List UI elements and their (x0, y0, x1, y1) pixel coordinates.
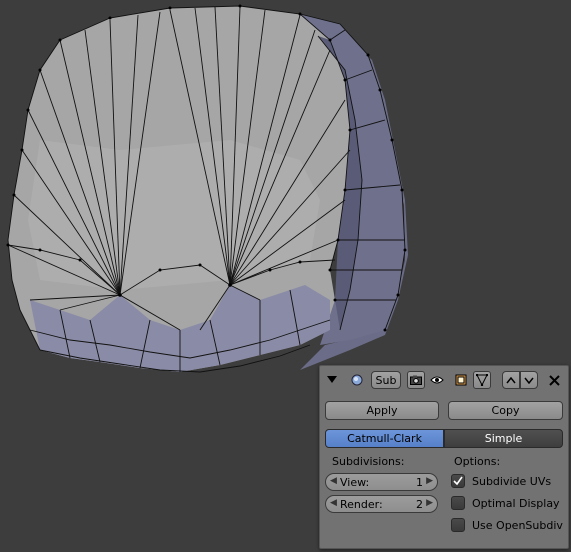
render-levels-value: 2 (416, 498, 423, 511)
modifier-header: Sub (320, 366, 568, 394)
optimal-display-label: Optimal Display (472, 497, 560, 510)
mode-simple[interactable]: Simple (444, 429, 563, 448)
render-levels-field[interactable]: ◀ Render: 2 ▶ (325, 495, 438, 513)
move-up-icon[interactable] (502, 371, 520, 389)
close-icon[interactable] (546, 372, 562, 388)
move-down-icon[interactable] (520, 371, 538, 389)
use-opensubdiv-label: Use OpenSubdiv (472, 519, 563, 532)
apply-label: Apply (366, 404, 398, 417)
camera-render-icon[interactable] (407, 371, 425, 389)
copy-button[interactable]: Copy (448, 401, 563, 420)
view-levels-field[interactable]: ◀ View: 1 ▶ (325, 473, 438, 491)
mesh-highlight (28, 140, 320, 290)
eye-icon[interactable] (428, 371, 446, 389)
decrement-arrow-icon[interactable]: ◀ (330, 498, 337, 508)
render-levels-label: Render: (340, 498, 383, 511)
mode-simple-label: Simple (484, 432, 523, 445)
mode-catmull-clark-label: Catmull-Clark (347, 432, 422, 445)
view-levels-value: 1 (416, 476, 423, 489)
modifier-name-text: Sub (375, 373, 397, 387)
optimal-display-checkbox[interactable] (451, 496, 465, 510)
modifier-name-field[interactable]: Sub (371, 371, 401, 389)
options-heading: Options: (454, 455, 501, 468)
subsurf-modifier-icon (350, 373, 364, 387)
subdivisions-heading: Subdivisions: (332, 455, 405, 468)
checkmark-icon (453, 476, 463, 486)
subdivide-uvs-label: Subdivide UVs (472, 475, 552, 488)
edit-mode-icon[interactable] (452, 371, 470, 389)
subsurf-modifier-panel: Sub Apply Copy Catmull-Clark Simple Subd… (319, 365, 569, 549)
mode-catmull-clark[interactable]: Catmull-Clark (325, 429, 444, 448)
increment-arrow-icon[interactable]: ▶ (426, 498, 433, 508)
use-opensubdiv-checkbox[interactable] (451, 518, 465, 532)
copy-label: Copy (491, 404, 520, 417)
subdivide-uvs-checkbox[interactable] (451, 474, 465, 488)
apply-button[interactable]: Apply (325, 401, 439, 420)
collapse-triangle-icon[interactable] (326, 374, 338, 386)
subdivided-mesh[interactable] (6, 4, 409, 379)
decrement-arrow-icon[interactable]: ◀ (330, 476, 337, 486)
increment-arrow-icon[interactable]: ▶ (426, 476, 433, 486)
view-levels-label: View: (340, 476, 370, 489)
on-cage-icon[interactable] (473, 371, 491, 389)
